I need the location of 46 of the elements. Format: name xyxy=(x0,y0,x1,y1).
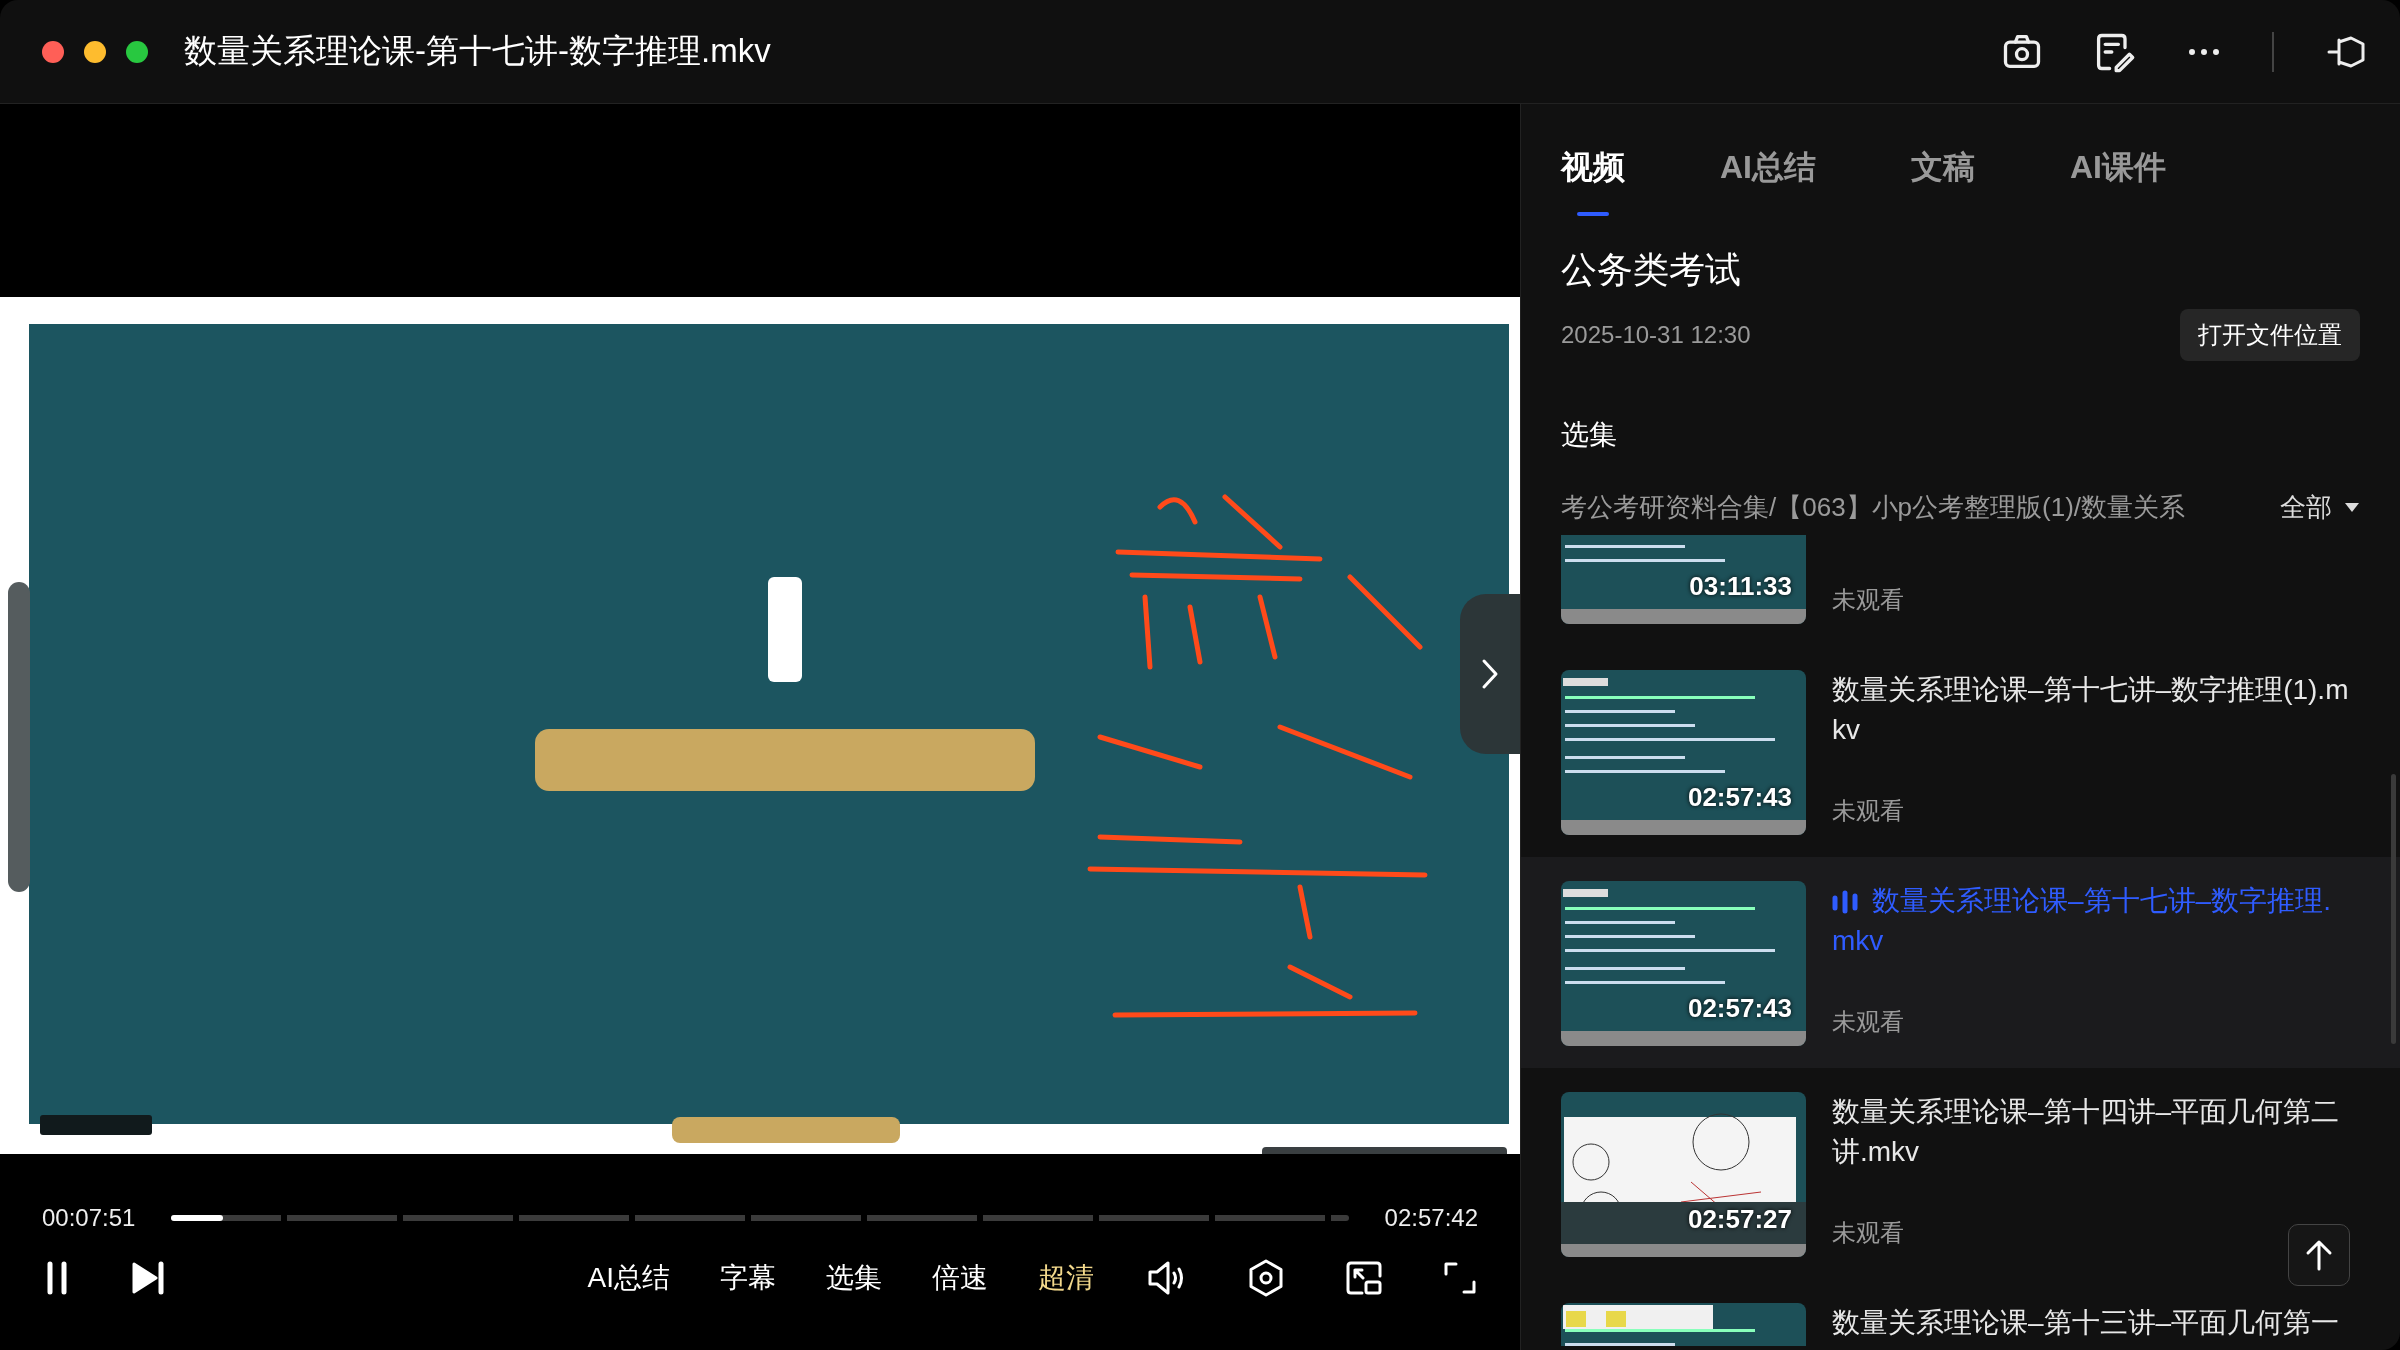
watch-status: 未观看 xyxy=(1832,796,1905,826)
minimize-button[interactable] xyxy=(84,40,106,63)
filter-dropdown[interactable]: 全部 xyxy=(2280,490,2360,525)
zoom-button[interactable] xyxy=(126,40,148,63)
window-title: 数量关系理论课-第十七讲-数字推理.mkv xyxy=(184,31,772,71)
control-button[interactable]: 字幕 xyxy=(720,1259,776,1297)
open-file-location-button[interactable]: 打开文件位置 xyxy=(2180,309,2360,361)
episode-title: 数量关系理论课–第十四讲–平面几何第二讲.mkv xyxy=(1832,1095,2341,1169)
progress-bar[interactable] xyxy=(171,1215,1349,1221)
control-button[interactable]: 选集 xyxy=(826,1259,882,1297)
fullscreen-icon xyxy=(1442,1260,1478,1296)
episode-item[interactable]: 数量关系理论课–第十三讲–平面几何第一 xyxy=(1521,1279,2400,1346)
episode-item[interactable]: 02:57:43 数量关系理论课–第十七讲–数字推理.mkv 未观看 xyxy=(1521,857,2400,1068)
playing-icon xyxy=(1832,890,1858,914)
total-time: 02:57:42 xyxy=(1384,1204,1478,1232)
control-button[interactable]: 倍速 xyxy=(932,1259,988,1297)
episode-item[interactable]: 02:57:27 数量关系理论课–第十四讲–平面几何第二讲.mkv 未观看 xyxy=(1521,1068,2400,1279)
duration: 03:11:33 xyxy=(1689,571,1792,602)
collection-title: 公务类考试 xyxy=(1561,248,1742,292)
tab[interactable]: AI课件 xyxy=(2070,132,2166,216)
date-text: 2025-10-31 12:30 xyxy=(1561,321,1751,349)
caret-icon xyxy=(2344,501,2360,514)
next-button[interactable] xyxy=(130,1260,166,1296)
watch-status: 未观看 xyxy=(1832,1007,1905,1037)
duration: 02:57:27 xyxy=(1687,1204,1792,1235)
episode-title: 数量关系理论课–第十七讲–数字推理.mkv xyxy=(1832,884,2332,958)
episode-item[interactable]: 02:57:43 数量关系理论课–第十七讲–数字推理(1).mkv 未观看 xyxy=(1521,646,2400,857)
current-time: 00:07:51 xyxy=(42,1204,136,1232)
section-title: 选集 xyxy=(1561,418,1618,452)
fullscreen-button[interactable] xyxy=(1442,1260,1478,1296)
tab[interactable]: AI总结 xyxy=(1720,132,1816,216)
folder-path: 考公考研资料合集/【063】小p公考整理版(1)/数量关系 xyxy=(1561,491,2187,524)
scroll-to-top-button[interactable] xyxy=(2288,1224,2350,1286)
watch-status: 未观看 xyxy=(1832,585,1905,615)
episode-title: 数量关系理论课–第十七讲–数字推理(1).mkv xyxy=(1832,673,2350,747)
duration: 02:57:43 xyxy=(1687,782,1792,813)
duration: 02:57:43 xyxy=(1687,993,1792,1024)
episode-title: 数量关系理论课–第十三讲–平面几何第一 xyxy=(1832,1306,2341,1340)
control-button[interactable]: 超清 xyxy=(1038,1259,1094,1297)
episode-item[interactable]: 03:11:33 未观看 xyxy=(1521,535,2400,646)
skip-next-icon xyxy=(130,1260,166,1296)
control-button[interactable]: AI总结 xyxy=(587,1259,670,1297)
tab[interactable]: 文稿 xyxy=(1911,132,1975,216)
watch-status: 未观看 xyxy=(1832,1218,1905,1248)
close-button[interactable] xyxy=(42,40,64,63)
tab[interactable]: 视频 xyxy=(1561,132,1625,216)
